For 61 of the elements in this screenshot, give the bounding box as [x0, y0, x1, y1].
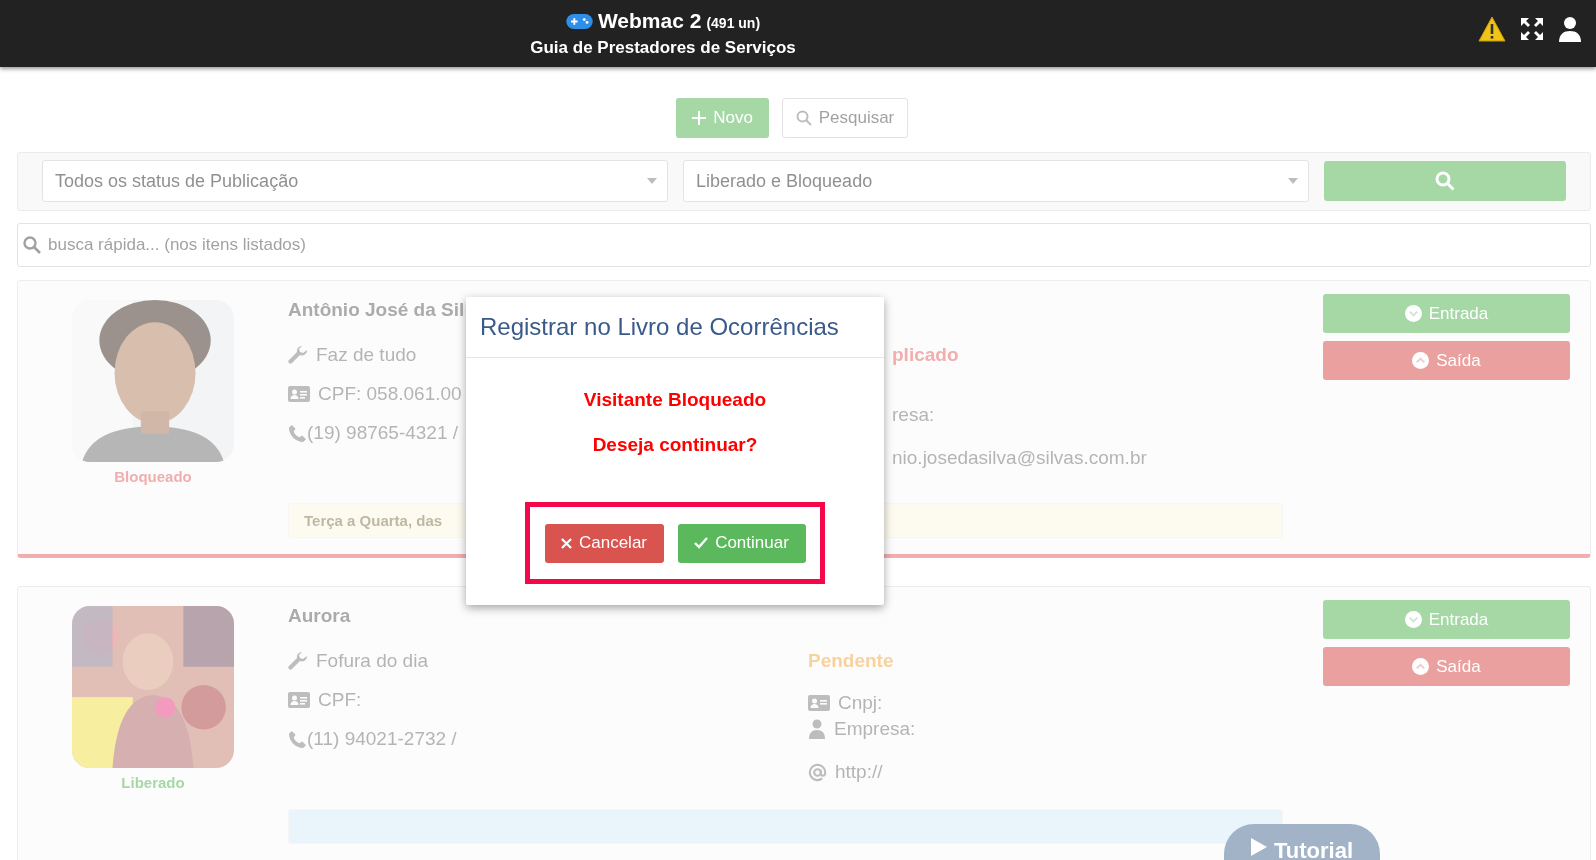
detail-text: http://: [835, 761, 883, 783]
page-subtitle: Guia de Prestadores de Serviços: [530, 38, 796, 58]
detail-text: nio.josedasilva@silvas.com.br: [892, 447, 1147, 469]
search-button[interactable]: Pesquisar: [782, 98, 908, 138]
new-button[interactable]: Novo: [676, 98, 769, 138]
dialog-message: Visitante Bloqueado: [583, 389, 767, 412]
service-text: Fofura do dia: [316, 650, 428, 672]
checkmark-icon: [694, 537, 709, 549]
chevron-down-icon: [1404, 305, 1422, 322]
access-status: Bloqueado: [114, 468, 192, 485]
phone-text: (19) 98765-4321 /: [307, 422, 459, 444]
cpf-text: CPF: 058.061.00: [318, 383, 462, 405]
app-title: Webmac 2: [597, 9, 702, 33]
close-icon: [560, 537, 572, 549]
cpf-text: CPF:: [318, 689, 362, 711]
item-count: (491 un): [706, 14, 761, 31]
chevron-down-icon: [1404, 611, 1422, 628]
id-card-icon: [808, 695, 830, 711]
plus-icon: [692, 111, 707, 125]
warning-icon[interactable]: [1478, 16, 1506, 42]
search-icon: [23, 236, 41, 254]
wrench-icon: [288, 345, 308, 365]
chevron-up-icon: [1412, 352, 1430, 369]
gamepad-icon: [565, 12, 593, 30]
user-icon[interactable]: [1558, 16, 1582, 42]
phone-icon: [288, 729, 307, 749]
wrench-icon: [288, 651, 308, 671]
search-icon: [795, 110, 812, 126]
publication-status: plicado: [892, 344, 959, 366]
publication-status-select[interactable]: Todos os status de Publicação: [42, 160, 668, 202]
tutorial-button[interactable]: Tutorial: [1224, 824, 1380, 860]
provider-name: Aurora: [288, 605, 351, 628]
fullscreen-icon[interactable]: [1520, 17, 1544, 41]
dialog-title: Registrar no Livro de Ocorrências: [480, 313, 839, 341]
exit-button[interactable]: Saída: [1323, 341, 1570, 380]
service-text: Faz de tudo: [316, 344, 417, 366]
entry-button[interactable]: Entrada: [1323, 294, 1570, 333]
dialog-question: Deseja continuar?: [592, 434, 758, 457]
dropdown-caret-icon: [1288, 178, 1298, 184]
provider-name: Antônio José da Sil: [288, 299, 465, 322]
phone-icon: [288, 423, 307, 443]
play-icon: [1251, 838, 1267, 856]
entry-button[interactable]: Entrada: [1323, 600, 1570, 639]
access-status-select[interactable]: Liberado e Bloqueado: [683, 160, 1309, 202]
exit-button[interactable]: Saída: [1323, 647, 1570, 686]
id-card-icon: [288, 386, 310, 402]
phone-text: (11) 94021-2732 /: [307, 728, 457, 750]
id-card-icon: [288, 692, 310, 708]
dropdown-caret-icon: [647, 178, 657, 184]
detail-text: Empresa:: [834, 718, 916, 740]
person-icon: [808, 719, 826, 739]
access-status: Liberado: [121, 774, 185, 791]
quick-search-field[interactable]: busca rápida... (nos itens listados): [17, 223, 1591, 267]
detail-text: Cnpj:: [838, 692, 883, 714]
search-icon: [1435, 171, 1455, 191]
cancel-button[interactable]: Cancelar: [544, 523, 664, 563]
publication-status: Pendente: [808, 650, 894, 672]
at-sign-icon: [808, 762, 827, 782]
chevron-up-icon: [1412, 658, 1430, 675]
detail-text: resa:: [892, 404, 935, 426]
continue-button[interactable]: Continuar: [677, 523, 806, 563]
